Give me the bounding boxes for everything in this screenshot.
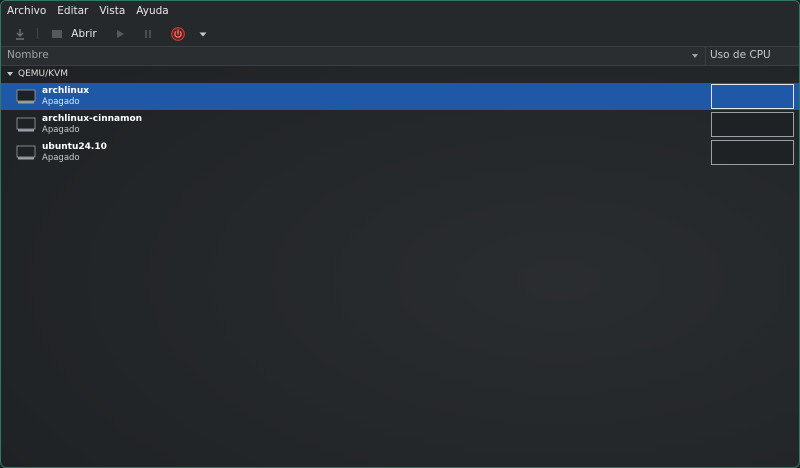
menu-archivo[interactable]: Archivo xyxy=(1,5,51,17)
cpu-usage-graph xyxy=(711,84,794,109)
toolbar: Abrir xyxy=(1,21,799,46)
connection-label: QEMU/KVM xyxy=(18,69,68,79)
power-icon xyxy=(171,27,185,41)
vm-row-archlinux-cinnamon[interactable]: archlinux-cinnamon Apagado xyxy=(1,111,799,138)
shutdown-button[interactable] xyxy=(169,25,187,43)
vm-name: archlinux-cinnamon xyxy=(42,114,143,124)
vm-name: ubuntu24.10 xyxy=(42,142,107,152)
vm-name: archlinux xyxy=(42,86,90,96)
vm-row-archlinux[interactable]: archlinux Apagado xyxy=(1,83,799,110)
vm-state: Apagado xyxy=(42,125,80,135)
sort-arrow-icon[interactable] xyxy=(692,54,698,58)
column-header-cpu[interactable]: Uso de CPU xyxy=(710,49,771,61)
cpu-usage-graph xyxy=(711,140,794,165)
menu-editar[interactable]: Editar xyxy=(51,5,93,17)
open-button-label: Abrir xyxy=(71,28,97,40)
column-header-name[interactable]: Nombre xyxy=(7,49,49,61)
virt-manager-window: Archivo Editar Vista Ayuda Abrir Nombre … xyxy=(0,0,800,468)
pause-button[interactable] xyxy=(141,25,155,43)
chevron-down-icon xyxy=(199,32,207,36)
toolbar-separator xyxy=(37,28,38,39)
new-vm-button[interactable] xyxy=(11,25,29,43)
menu-ayuda[interactable]: Ayuda xyxy=(130,5,173,17)
pause-icon xyxy=(145,30,151,38)
monitor-icon xyxy=(16,145,36,160)
open-console-icon xyxy=(52,29,63,38)
vm-row-ubuntu24-10[interactable]: ubuntu24.10 Apagado xyxy=(1,139,799,166)
run-button[interactable] xyxy=(113,25,127,43)
monitor-icon xyxy=(16,89,36,104)
play-icon xyxy=(116,30,124,38)
new-vm-icon xyxy=(16,29,24,40)
list-header: Nombre Uso de CPU xyxy=(1,46,799,66)
shutdown-menu-button[interactable] xyxy=(198,25,208,43)
expander-arrow-icon[interactable] xyxy=(7,72,13,76)
cpu-usage-graph xyxy=(711,112,794,137)
open-button[interactable]: Abrir xyxy=(49,25,99,43)
vm-state: Apagado xyxy=(42,97,80,107)
menu-vista[interactable]: Vista xyxy=(93,5,130,17)
vm-state: Apagado xyxy=(42,153,80,163)
monitor-icon xyxy=(16,117,36,132)
connection-group-qemu[interactable]: QEMU/KVM xyxy=(1,65,706,83)
menu-bar: Archivo Editar Vista Ayuda xyxy=(1,1,799,21)
column-divider[interactable] xyxy=(705,47,706,65)
